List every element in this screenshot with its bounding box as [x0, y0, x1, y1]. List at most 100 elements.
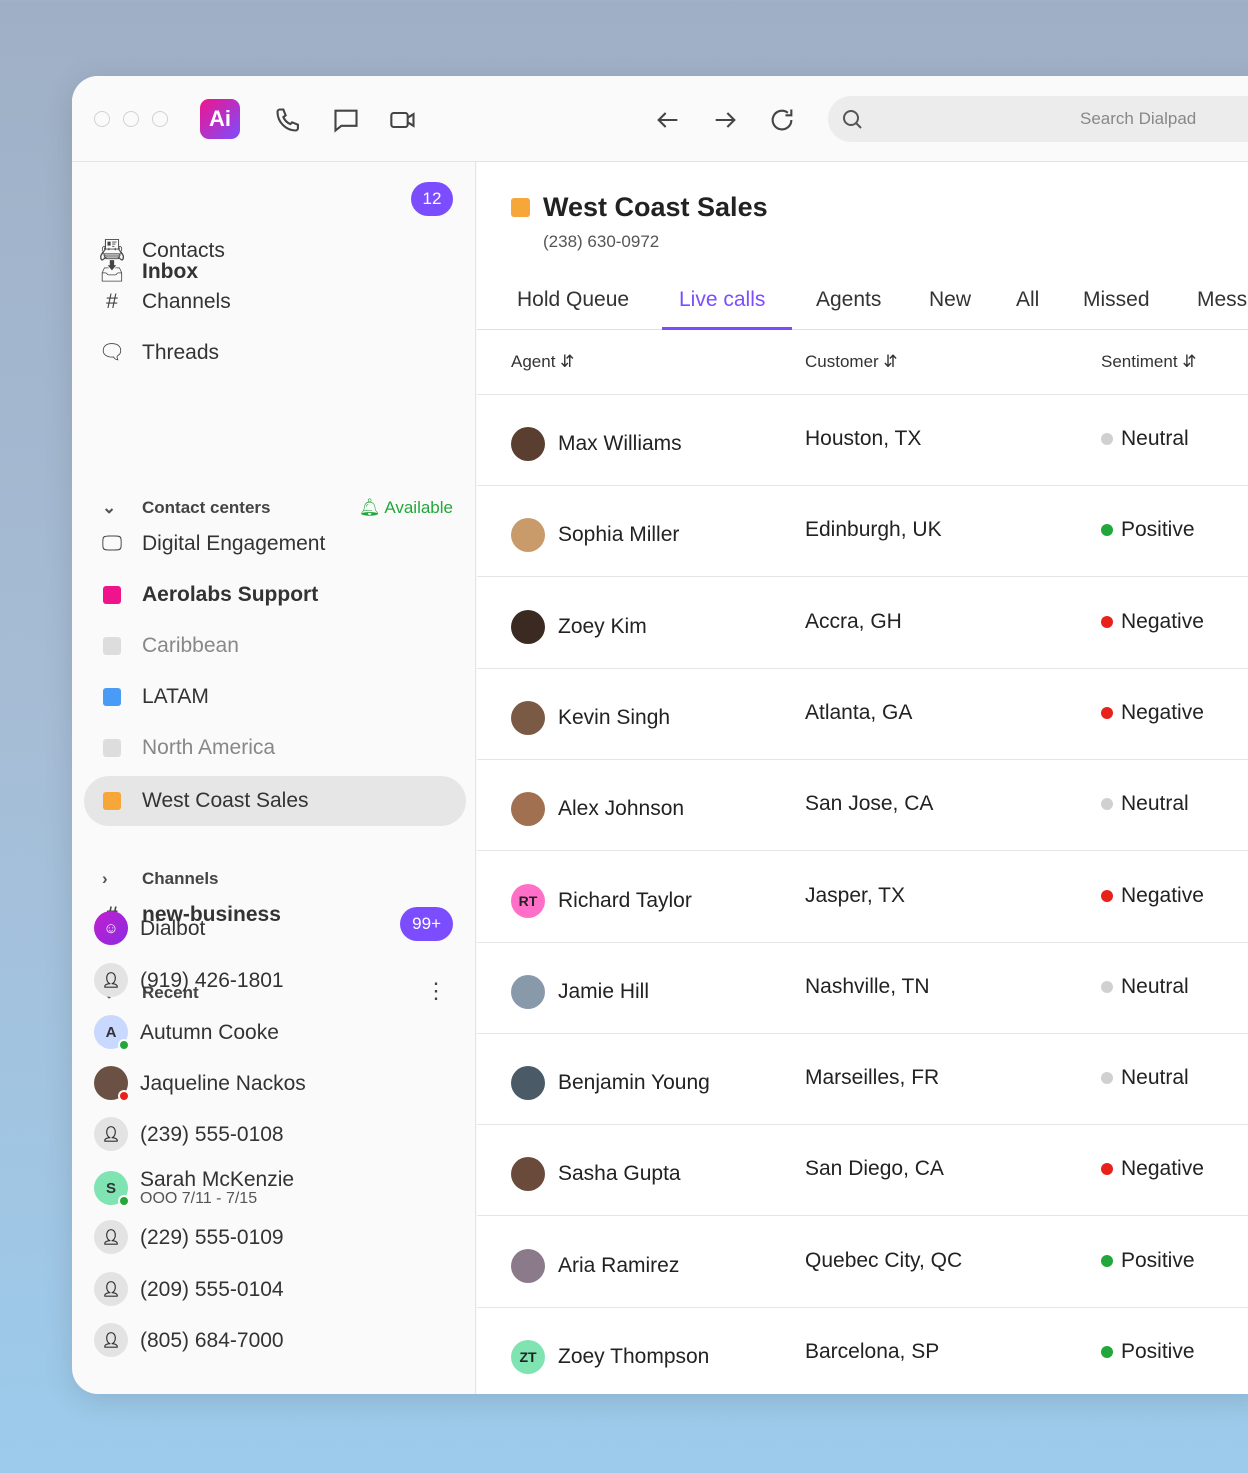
- recent-item[interactable]: 👤︎(209) 555-0104: [94, 1272, 284, 1306]
- table-row[interactable]: Max Williams Houston, TX Neutral: [477, 395, 1248, 486]
- sidebar-item-north-america[interactable]: North America: [98, 734, 275, 762]
- agent-avatar: [511, 518, 545, 552]
- table-row[interactable]: Sasha Gupta San Diego, CA Negative: [477, 1125, 1248, 1216]
- sentiment-dot: [1101, 433, 1113, 445]
- agent-name: Kevin Singh: [558, 706, 670, 730]
- sentiment-dot: [1101, 981, 1113, 993]
- phone-number: (238) 630-0972: [543, 232, 659, 252]
- recent-item[interactable]: AAutumn Cooke: [94, 1015, 279, 1049]
- window-maximize-button[interactable]: [152, 111, 168, 127]
- laptop-icon: 🖵︎: [98, 530, 126, 558]
- sentiment-dot: [1101, 1346, 1113, 1358]
- recent-item[interactable]: 👤︎(919) 426-1801: [94, 963, 284, 997]
- sidebar-item-channels[interactable]: #Channels: [98, 288, 231, 316]
- table-row[interactable]: Jamie Hill Nashville, TN Neutral: [477, 943, 1248, 1034]
- column-header-sentiment[interactable]: Sentiment ⇵: [1101, 352, 1197, 372]
- column-label: Sentiment: [1101, 352, 1178, 371]
- search-input[interactable]: Search Dialpad: [828, 96, 1248, 142]
- window-close-button[interactable]: [94, 111, 110, 127]
- recent-item[interactable]: 👤︎(229) 555-0109: [94, 1220, 284, 1254]
- customer-location: Quebec City, QC: [805, 1249, 962, 1273]
- agent-name: Alex Johnson: [558, 797, 684, 821]
- tab-new[interactable]: New: [929, 288, 971, 312]
- agent-name: Benjamin Young: [558, 1071, 710, 1095]
- sentiment-label: Positive: [1121, 518, 1195, 542]
- tab-messages[interactable]: Mess: [1197, 288, 1247, 312]
- sidebar-item-west-coast-sales[interactable]: West Coast Sales: [98, 787, 309, 815]
- recent-label: Sarah McKenzie: [140, 1169, 294, 1190]
- search-placeholder: Search Dialpad: [1080, 109, 1196, 129]
- recent-label: Autumn Cooke: [140, 1022, 279, 1043]
- agent-avatar: [511, 975, 545, 1009]
- sidebar-item-latam[interactable]: LATAM: [98, 683, 209, 711]
- customer-location: Jasper, TX: [805, 884, 905, 908]
- recent-label: (239) 555-0108: [140, 1124, 284, 1145]
- sentiment-label: Neutral: [1121, 975, 1189, 999]
- video-icon[interactable]: [389, 106, 417, 134]
- tab-hold-queue[interactable]: Hold Queue: [517, 288, 629, 312]
- table-row[interactable]: ZTZoey Thompson Barcelona, SP Positive: [477, 1308, 1248, 1394]
- table-row[interactable]: Kevin Singh Atlanta, GA Negative: [477, 669, 1248, 760]
- tab-all[interactable]: All: [1016, 288, 1039, 312]
- more-options-icon[interactable]: ⋮: [425, 978, 447, 1004]
- app-window: Ai Search Dialpad 📥︎Inbox 12 📇︎Contacts …: [72, 76, 1248, 1394]
- table-row[interactable]: Zoey Kim Accra, GH Negative: [477, 578, 1248, 669]
- sentiment-dot: [1101, 890, 1113, 902]
- availability-status[interactable]: 🔔︎ Available: [359, 498, 453, 518]
- table-row[interactable]: RTRichard Taylor Jasper, TX Negative: [477, 852, 1248, 943]
- refresh-icon[interactable]: [768, 106, 796, 134]
- item-label: Digital Engagement: [142, 532, 325, 556]
- customer-location: Edinburgh, UK: [805, 518, 942, 542]
- recent-item[interactable]: 👤︎(805) 684-7000: [94, 1323, 284, 1357]
- tab-agents[interactable]: Agents: [816, 288, 881, 312]
- customer-location: San Diego, CA: [805, 1157, 944, 1181]
- recent-label: (229) 555-0109: [140, 1227, 284, 1248]
- recent-item[interactable]: SSarah McKenzieOOO 7/11 - 7/15: [94, 1169, 294, 1207]
- column-header-customer[interactable]: Customer ⇵: [805, 352, 898, 372]
- sidebar-item-aerolabs-support[interactable]: Aerolabs Support: [98, 581, 318, 609]
- customer-location: Accra, GH: [805, 610, 902, 634]
- status-dot: [118, 1090, 130, 1102]
- table-row[interactable]: Aria Ramirez Quebec City, QC Positive: [477, 1217, 1248, 1308]
- recent-sublabel: OOO 7/11 - 7/15: [140, 1191, 294, 1207]
- chevron-right-icon: ›: [102, 869, 124, 889]
- sentiment-dot: [1101, 1255, 1113, 1267]
- tab-live-calls[interactable]: Live calls: [679, 288, 765, 312]
- forward-arrow-icon[interactable]: [711, 106, 739, 134]
- phone-icon[interactable]: [274, 106, 302, 134]
- channels-header[interactable]: ›Channels: [102, 869, 219, 889]
- tab-bar: Hold Queue Live calls Agents New All Mis…: [477, 272, 1248, 330]
- sentiment-label: Neutral: [1121, 792, 1189, 816]
- sidebar-item-threads[interactable]: 🗨︎Threads: [98, 339, 219, 367]
- message-icon[interactable]: [332, 106, 360, 134]
- agent-name: Max Williams: [558, 432, 682, 456]
- agent-name: Richard Taylor: [558, 889, 692, 913]
- customer-location: Houston, TX: [805, 427, 921, 451]
- recent-item[interactable]: Jaqueline Nackos: [94, 1066, 306, 1100]
- sidebar-item-caribbean[interactable]: Caribbean: [98, 632, 239, 660]
- agent-avatar: [511, 1157, 545, 1191]
- table-row[interactable]: Sophia Miller Edinburgh, UK Positive: [477, 486, 1248, 577]
- table-row[interactable]: Benjamin Young Marseilles, FR Neutral: [477, 1034, 1248, 1125]
- chevron-down-icon: ⌄: [102, 498, 124, 518]
- agent-avatar: [511, 427, 545, 461]
- item-label: Aerolabs Support: [142, 583, 318, 607]
- sidebar-item-contacts[interactable]: 📇︎Contacts: [98, 237, 225, 265]
- tab-missed[interactable]: Missed: [1083, 288, 1150, 312]
- table-row[interactable]: Alex Johnson San Jose, CA Neutral: [477, 760, 1248, 851]
- inbox-badge: 12: [411, 182, 453, 216]
- agent-avatar: [511, 701, 545, 735]
- top-bar: Ai Search Dialpad: [72, 76, 1248, 162]
- search-icon: [840, 107, 864, 131]
- color-square-icon: [103, 792, 121, 810]
- sentiment-dot: [1101, 707, 1113, 719]
- recent-item[interactable]: ☺Dialbot: [94, 911, 205, 945]
- recent-item[interactable]: 👤︎(239) 555-0108: [94, 1117, 284, 1151]
- window-minimize-button[interactable]: [123, 111, 139, 127]
- back-arrow-icon[interactable]: [654, 106, 682, 134]
- column-header-agent[interactable]: Agent ⇵: [511, 352, 574, 372]
- contact-centers-header[interactable]: ⌄Contact centers: [102, 498, 270, 518]
- sidebar-item-digital-engagement[interactable]: 🖵︎ Digital Engagement: [98, 530, 325, 558]
- app-logo[interactable]: Ai: [200, 99, 240, 139]
- agent-avatar: [511, 792, 545, 826]
